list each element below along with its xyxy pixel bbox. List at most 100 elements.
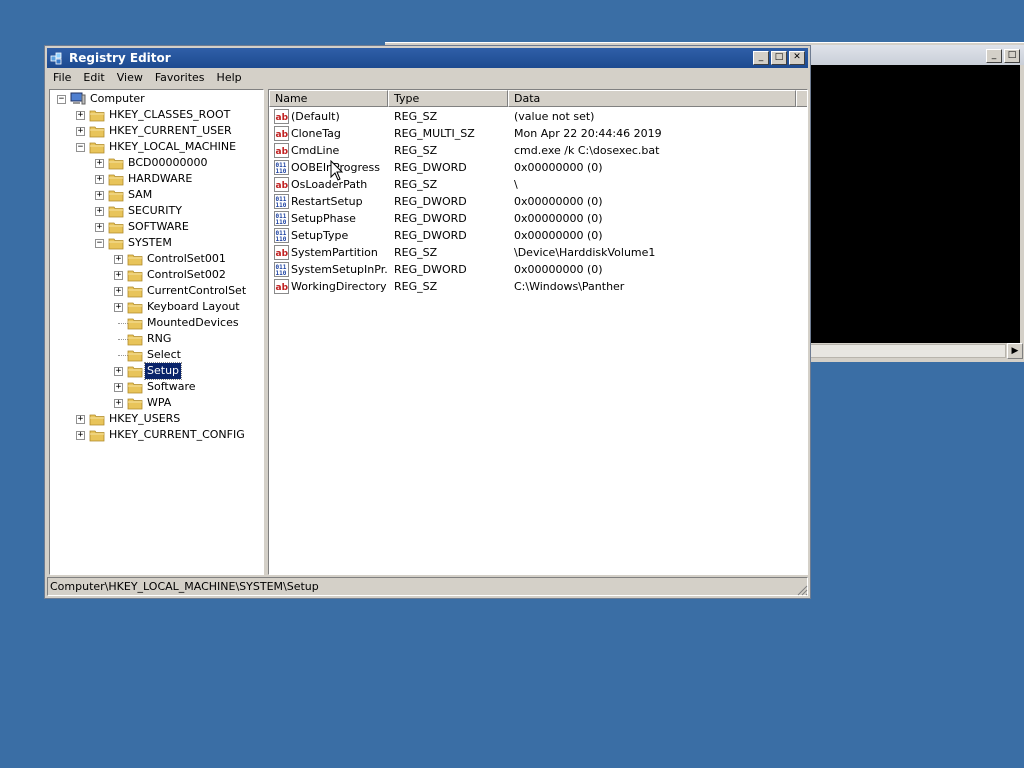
column-header-data[interactable]: Data (508, 90, 796, 107)
expand-icon[interactable]: + (95, 223, 104, 232)
tree-node-label[interactable]: Computer (88, 91, 147, 107)
tree-node-software[interactable]: + SOFTWARE (50, 219, 263, 235)
tree-node-rng[interactable]: RNG (50, 331, 263, 347)
tree-node-wpa[interactable]: + WPA (50, 395, 263, 411)
collapse-icon[interactable]: − (57, 95, 66, 104)
tree-node-label[interactable]: SECURITY (126, 203, 184, 219)
column-header-name[interactable]: Name (269, 90, 388, 107)
svg-text:110: 110 (276, 168, 287, 175)
tree-node-security[interactable]: + SECURITY (50, 203, 263, 219)
resize-grip-icon[interactable] (796, 584, 808, 596)
background-maximize-button[interactable]: □ (1004, 49, 1020, 63)
table-row[interactable]: ab OsLoaderPath REG_SZ \ (269, 176, 807, 193)
tree-node-label[interactable]: SAM (126, 187, 154, 203)
tree-node-label[interactable]: BCD00000000 (126, 155, 210, 171)
expand-icon[interactable]: + (114, 367, 123, 376)
tree-node-label[interactable]: WPA (145, 395, 173, 411)
tree-node-mounteddevices[interactable]: MountedDevices (50, 315, 263, 331)
tree-node-label[interactable]: Keyboard Layout (145, 299, 242, 315)
tree-node-computer[interactable]: − Computer (50, 91, 263, 107)
tree-node-hkey-users[interactable]: + HKEY_USERS (50, 411, 263, 427)
registry-values-list[interactable]: Name Type Data ab (Default) REG_SZ (value n… (268, 89, 808, 575)
folder-icon (127, 270, 143, 282)
tree-node-software[interactable]: + Software (50, 379, 263, 395)
menu-view[interactable]: View (111, 69, 149, 87)
expand-icon[interactable]: + (76, 127, 85, 136)
tree-node-label[interactable]: CurrentControlSet (145, 283, 248, 299)
tree-node-hkey-classes-root[interactable]: + HKEY_CLASSES_ROOT (50, 107, 263, 123)
table-row[interactable]: ab CmdLine REG_SZ cmd.exe /k C:\dosexec.bat (269, 142, 807, 159)
expand-icon[interactable]: + (95, 159, 104, 168)
tree-node-hkey-current-user[interactable]: + HKEY_CURRENT_USER (50, 123, 263, 139)
tree-node-label[interactable]: RNG (145, 331, 173, 347)
expand-icon[interactable]: + (95, 191, 104, 200)
expand-icon[interactable]: + (114, 287, 123, 296)
maximize-button[interactable]: □ (771, 51, 787, 65)
collapse-icon[interactable]: − (95, 239, 104, 248)
tree-node-label[interactable]: HKEY_USERS (107, 411, 182, 427)
value-type: REG_DWORD (394, 161, 467, 174)
string-value-icon: ab (274, 143, 289, 158)
tree-node-label[interactable]: Setup (143, 362, 183, 380)
table-row[interactable]: ab WorkingDirectory REG_SZ C:\Windows\Panth… (269, 278, 807, 295)
expand-icon[interactable]: + (114, 303, 123, 312)
background-minimize-button[interactable]: _ (986, 49, 1002, 63)
tree-node-currentcontrolset[interactable]: + CurrentControlSet (50, 283, 263, 299)
table-row[interactable]: 011 110 SetupPhase REG_DWORD 0x00000000 (0) (269, 210, 807, 227)
window-titlebar[interactable]: Registry Editor _ □ ✕ (47, 48, 808, 68)
expand-icon[interactable]: + (76, 431, 85, 440)
expand-icon[interactable]: + (114, 399, 123, 408)
tree-node-setup[interactable]: + Setup (50, 362, 263, 380)
tree-node-sam[interactable]: + SAM (50, 187, 263, 203)
tree-node-label[interactable]: HKEY_CURRENT_USER (107, 123, 234, 139)
tree-node-label[interactable]: HKEY_CLASSES_ROOT (107, 107, 232, 123)
table-row[interactable]: ab SystemPartition REG_SZ \Device\HarddiskV… (269, 244, 807, 261)
tree-node-label[interactable]: ControlSet001 (145, 251, 228, 267)
tree-node-label[interactable]: HARDWARE (126, 171, 194, 187)
binary-value-icon: 011110 (274, 228, 289, 243)
scrollbar-track[interactable] (810, 344, 1006, 358)
tree-node-label[interactable]: HKEY_CURRENT_CONFIG (107, 427, 247, 443)
expand-icon[interactable]: + (95, 207, 104, 216)
menu-favorites[interactable]: Favorites (149, 69, 211, 87)
tree-node-label[interactable]: Select (145, 347, 183, 363)
scroll-right-arrow-icon[interactable]: ▶ (1007, 343, 1023, 359)
column-header-type[interactable]: Type (388, 90, 508, 107)
menu-help[interactable]: Help (211, 69, 248, 87)
table-row[interactable]: 011110OOBEInProgressREG_DWORD0x00000000 … (269, 159, 807, 176)
tree-node-hkey-current-config[interactable]: + HKEY_CURRENT_CONFIG (50, 427, 263, 443)
menu-edit[interactable]: Edit (77, 69, 110, 87)
tree-node-hardware[interactable]: + HARDWARE (50, 171, 263, 187)
tree-node-keyboard-layout[interactable]: + Keyboard Layout (50, 299, 263, 315)
table-row[interactable]: 011 110 RestartSetup REG_DWORD 0x00000000 (0… (269, 193, 807, 210)
table-row[interactable]: ab (Default) REG_SZ (value not set) (269, 108, 807, 125)
minimize-button[interactable]: _ (753, 51, 769, 65)
expand-icon[interactable]: + (95, 175, 104, 184)
table-row[interactable]: ab CloneTag REG_MULTI_SZ Mon Apr 22 20:44:4… (269, 125, 807, 142)
console-output-area[interactable] (810, 65, 1020, 343)
tree-node-label[interactable]: HKEY_LOCAL_MACHINE (107, 139, 238, 155)
collapse-icon[interactable]: − (76, 143, 85, 152)
background-horizontal-scrollbar[interactable]: ▶ (810, 343, 1024, 359)
tree-node-controlset001[interactable]: + ControlSet001 (50, 251, 263, 267)
tree-node-bcd00000000[interactable]: + BCD00000000 (50, 155, 263, 171)
tree-node-hkey-local-machine[interactable]: − HKEY_LOCAL_MACHINE (50, 139, 263, 155)
registry-key-tree[interactable]: − Computer + HKEY_CLASSES_ROOT + HKEY_CURRENT… (49, 89, 264, 575)
tree-node-label[interactable]: SYSTEM (126, 235, 174, 251)
tree-node-label[interactable]: SOFTWARE (126, 219, 191, 235)
tree-node-label[interactable]: ControlSet002 (145, 267, 228, 283)
tree-node-select[interactable]: Select (50, 347, 263, 363)
expand-icon[interactable]: + (114, 255, 123, 264)
tree-node-controlset002[interactable]: + ControlSet002 (50, 267, 263, 283)
expand-icon[interactable]: + (114, 383, 123, 392)
expand-icon[interactable]: + (76, 111, 85, 120)
table-row[interactable]: 011 110 SetupType REG_DWORD 0x00000000 (0) (269, 227, 807, 244)
menu-file[interactable]: File (47, 69, 77, 87)
expand-icon[interactable]: + (114, 271, 123, 280)
expand-icon[interactable]: + (76, 415, 85, 424)
tree-node-label[interactable]: Software (145, 379, 198, 395)
tree-node-label[interactable]: MountedDevices (145, 315, 241, 331)
close-button[interactable]: ✕ (789, 51, 805, 65)
table-row[interactable]: 011 110 SystemSetupInPr... REG_DWORD 0x00000… (269, 261, 807, 278)
tree-node-system[interactable]: − SYSTEM (50, 235, 263, 251)
